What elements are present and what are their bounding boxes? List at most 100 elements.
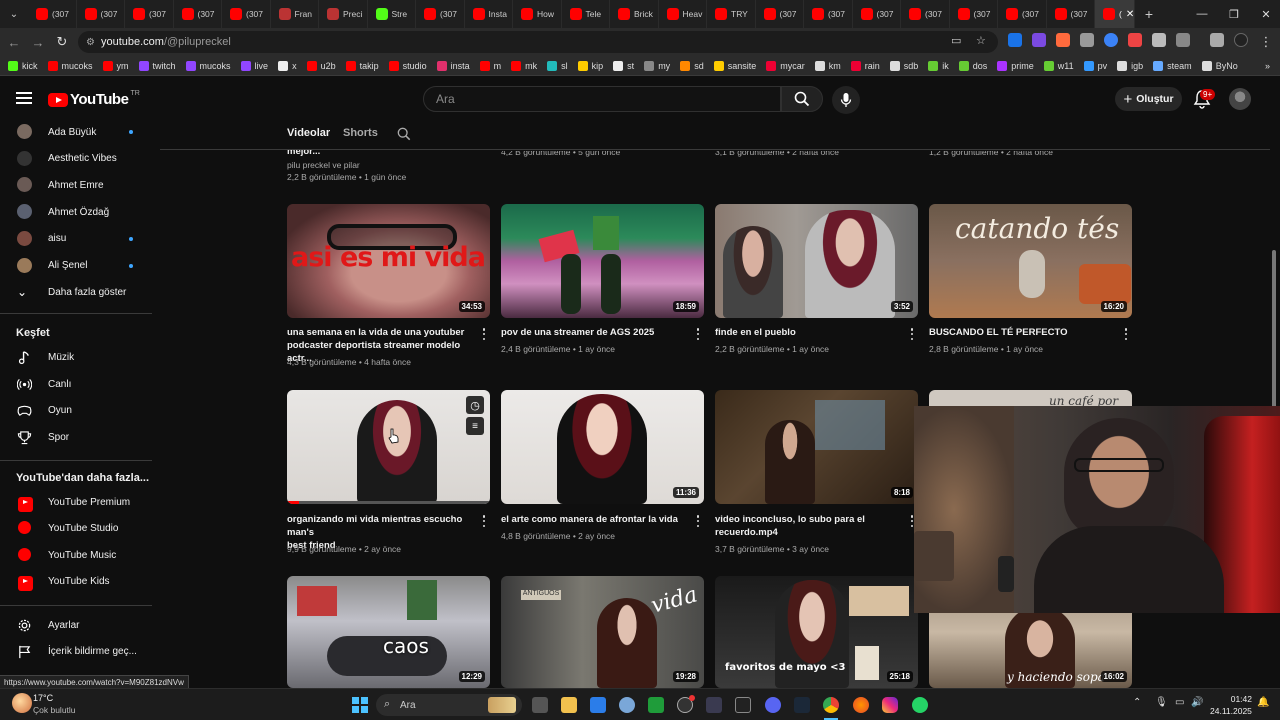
back-icon[interactable]: ← [4,32,24,52]
network-icon[interactable]: ▭ [1175,697,1184,708]
video-thumbnail[interactable]: favoritos de mayo <3 25:18 [715,576,918,688]
sidebar-subscription-item[interactable]: Ada Büyük [0,119,160,145]
bookmark-item[interactable]: my [644,60,670,71]
bookmark-item[interactable]: ym [102,60,129,71]
add-to-queue-icon[interactable]: ≡ [466,417,484,435]
sidebar-subscription-item[interactable]: Ahmet Özdağ [0,199,160,225]
new-tab-button[interactable]: + [1135,6,1163,22]
forward-icon[interactable]: → [28,32,48,52]
video-title[interactable]: video inconcluso, lo subo para el recuerd… [715,513,905,539]
extension-3-icon[interactable] [1056,33,1070,47]
sidebar-item-music[interactable]: Müzik [0,344,160,370]
bookmark-item[interactable]: dos [958,60,987,71]
browser-tab[interactable]: Insta [465,0,513,28]
cast-icon[interactable]: ▭ [951,34,961,47]
video-more-options-icon[interactable] [481,328,487,340]
bookmark-item[interactable]: twitch [138,60,176,71]
video-thumbnail[interactable]: ANTIGUOS vida 19:28 [501,576,704,688]
video-title[interactable]: finde en el pueblo [715,326,905,339]
bookmark-item[interactable]: x [278,60,297,71]
firefox-icon[interactable] [853,697,869,713]
browser-tab[interactable]: (307 [222,0,271,28]
bookmark-item[interactable]: prime [997,60,1034,71]
sidebar-item-gaming[interactable]: Oyun [0,397,160,423]
video-more-options-icon[interactable] [1123,328,1129,340]
browser-tab[interactable]: (307 [804,0,853,28]
bookmark-item[interactable]: km [814,60,841,71]
instagram-icon[interactable] [882,697,898,713]
channel-search-icon[interactable] [397,127,411,141]
close-tab-icon[interactable]: ✕ [1126,9,1134,20]
bookmark-item[interactable]: mucoks [47,60,93,71]
bookmark-item[interactable]: rain [850,60,880,71]
bookmark-item[interactable]: insta [436,60,470,71]
bookmark-item[interactable]: ik [928,60,949,71]
bookmark-item[interactable]: live [240,60,268,71]
video-thumbnail[interactable]: ◷ ≡ [287,390,490,504]
bookmark-item[interactable]: mk [511,60,537,71]
bookmark-item[interactable]: igb [1117,60,1143,71]
tray-overflow-chevron-icon[interactable]: ⌃ [1133,697,1141,708]
app-icon[interactable] [735,697,751,713]
file-explorer-icon[interactable] [561,697,577,713]
search-button[interactable] [781,86,823,112]
discord-icon[interactable] [765,697,781,713]
address-bar[interactable]: ⚙ youtube.com/@pilupreckel ▭ ☆ [78,31,998,53]
bookmark-item[interactable]: sansite [713,60,756,71]
settings-app-icon[interactable] [619,697,635,713]
browser-tab[interactable]: Preci [319,0,368,28]
browser-tab[interactable]: (307 [28,0,77,28]
bookmark-item[interactable]: u2b [306,60,336,71]
weather-temperature[interactable]: 17°C [33,693,53,703]
browser-tab[interactable]: How [513,0,562,28]
close-window-icon[interactable]: ✕ [1250,0,1280,28]
video-more-options-icon[interactable] [695,515,701,527]
video-more-options-icon[interactable] [909,328,915,340]
bookmark-star-icon[interactable]: ☆ [976,34,986,47]
bookmark-item[interactable]: steam [1153,60,1192,71]
bookmark-item[interactable]: mucoks [185,60,231,71]
bookmark-item[interactable]: m [479,60,501,71]
bookmarks-overflow-icon[interactable]: » [1265,61,1270,71]
menu-hamburger-icon[interactable] [16,92,32,104]
bookmark-item[interactable]: kip [577,60,603,71]
browser-tab[interactable]: (307 [950,0,998,28]
watch-later-clock-icon[interactable]: ◷ [466,396,484,414]
sidebar-subscription-item[interactable]: Ali Şenel [0,253,160,279]
notification-center-icon[interactable]: 🔔 [1257,697,1269,708]
bookmark-item[interactable]: sd [680,60,704,71]
sidebar-item-youtube-kids[interactable]: YouTube Kids [0,568,160,594]
video-title[interactable]: el arte como manera de afrontar la vida [501,513,691,526]
sidebar-item-youtube-studio[interactable]: YouTube Studio [0,515,160,541]
bookmark-item[interactable]: studio [388,60,427,71]
volume-icon[interactable]: 🔊 [1191,697,1203,708]
browser-tab[interactable]: TRY [707,0,756,28]
clock-time[interactable]: 01:42 [1214,694,1252,704]
video-title[interactable]: BUSCANDO EL TÉ PERFECTO [929,326,1119,339]
video-thumbnail[interactable]: catando tés 16:20 [929,204,1132,318]
microphone-tray-icon[interactable]: 🎙 [1155,697,1168,708]
browser-tab[interactable]: Fran [271,0,319,28]
sidebar-item-youtube-music[interactable]: YouTube Music [0,542,160,568]
bookmark-item[interactable]: pv [1083,60,1107,71]
restore-window-icon[interactable]: ❐ [1218,0,1250,28]
sidebar-item-sports[interactable]: Spor [0,424,160,450]
browser-tab[interactable]: (307 [1047,0,1095,28]
video-thumbnail[interactable]: 3:52 [715,204,918,318]
store-icon[interactable] [590,697,606,713]
voice-search-button[interactable] [832,86,860,114]
video-thumbnail[interactable]: asi es mi vida 34:53 [287,204,490,318]
tab-videos[interactable]: Videolar [287,127,330,139]
clock-date[interactable]: 24.11.2025 [1210,706,1252,716]
video-title[interactable]: pov de una streamer de AGS 2025 [501,326,691,339]
extension-5-icon[interactable] [1104,33,1118,47]
browser-tab[interactable]: Stre [368,0,416,28]
reload-icon[interactable]: ↻ [52,32,72,52]
xbox-icon[interactable] [648,697,664,713]
browser-tab[interactable]: (307 [125,0,174,28]
browser-tab[interactable]: (307 [416,0,465,28]
video-thumbnail-partial[interactable]: un café por [929,390,1132,406]
sidebar-item-live[interactable]: Canlı [0,371,160,397]
extension-1-icon[interactable] [1008,33,1022,47]
app-icon[interactable] [706,697,722,713]
